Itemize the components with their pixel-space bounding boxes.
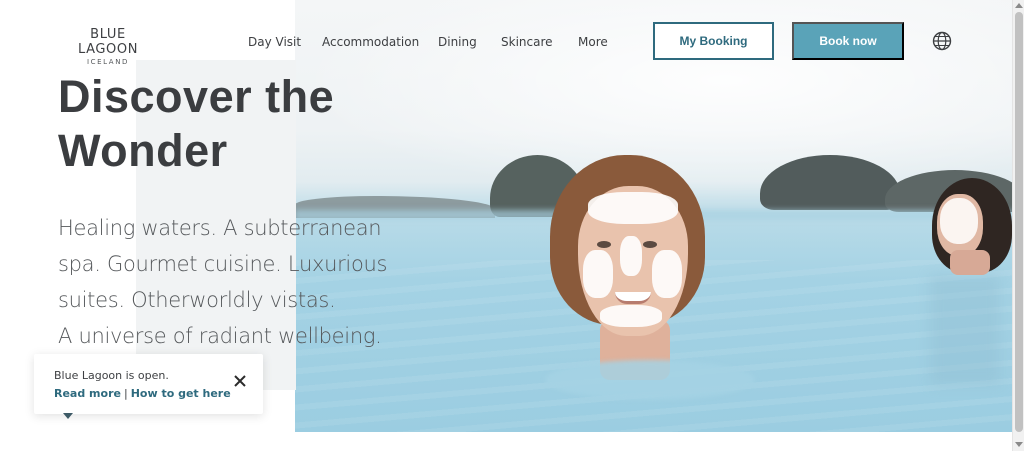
how-to-get-here-link[interactable]: How to get here <box>131 387 231 400</box>
silica-mask <box>620 236 642 276</box>
my-booking-button[interactable]: My Booking <box>653 22 774 60</box>
nav-more[interactable]: More <box>578 35 608 49</box>
hero-headline: Discover the Wonder <box>58 70 378 178</box>
bather-shoulders-secondary <box>950 250 990 275</box>
book-now-button[interactable]: Book now <box>792 22 904 60</box>
silica-mask <box>588 192 678 224</box>
hero-headline-line1: Discover the <box>58 71 335 122</box>
status-notice: Blue Lagoon is open. Read more | How to ge… <box>34 354 263 414</box>
site-logo[interactable]: BLUE LAGOON ICELAND <box>58 27 158 66</box>
scroll-up-arrow-icon[interactable] <box>1015 3 1023 8</box>
water-reflection <box>930 275 1000 385</box>
logo-subtitle: ICELAND <box>86 58 130 66</box>
close-icon-graphic <box>234 375 246 387</box>
hero-description-line: suites. Otherworldly vistas. <box>58 288 336 312</box>
bather-eye <box>643 241 657 248</box>
bather-eye <box>597 241 611 248</box>
hero-description-line: spa. Gourmet cuisine. Luxurious <box>58 252 388 276</box>
link-separator: | <box>123 387 128 400</box>
page-scrollbar[interactable] <box>1012 0 1024 451</box>
hero-description-line: Healing waters. A subterranean <box>58 216 382 240</box>
water-surface <box>545 360 755 400</box>
read-more-link[interactable]: Read more <box>54 387 121 400</box>
hero-description-line: A universe of radiant wellbeing. <box>58 324 382 348</box>
nav-accommodation[interactable]: Accommodation <box>322 35 419 49</box>
silica-mask <box>583 250 613 298</box>
nav-skincare[interactable]: Skincare <box>501 35 553 49</box>
status-text: Blue Lagoon is open. <box>54 369 169 382</box>
close-icon[interactable] <box>232 373 248 389</box>
notice-links: Read more | How to get here <box>54 387 231 400</box>
hero-description: Healing waters. A subterranean spa. Gour… <box>58 210 418 354</box>
globe-icon-graphic <box>932 31 952 51</box>
nav-day-visit[interactable]: Day Visit <box>248 35 301 49</box>
silica-mask-secondary <box>940 198 978 244</box>
scroll-down-arrow-icon[interactable] <box>1015 442 1023 447</box>
hero-headline-line2: Wonder <box>58 125 228 176</box>
nav-dining[interactable]: Dining <box>438 35 477 49</box>
globe-icon[interactable] <box>932 31 952 51</box>
logo-wordmark: BLUE LAGOON <box>77 27 139 57</box>
scrollbar-thumb[interactable] <box>1015 12 1023 432</box>
silica-mask <box>652 250 682 298</box>
scroll-down-icon[interactable] <box>63 413 73 419</box>
silica-mask <box>600 305 662 327</box>
